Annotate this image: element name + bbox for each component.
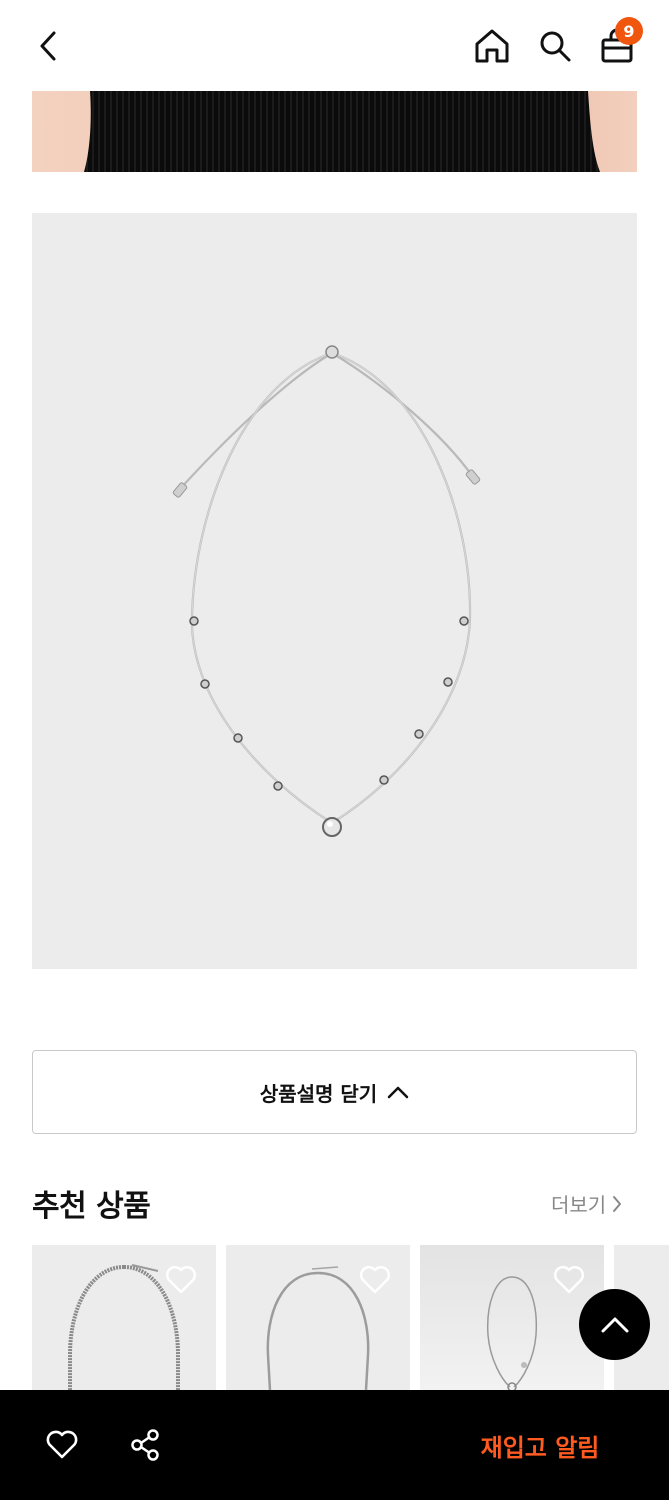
scroll-to-top-button[interactable]: [579, 1289, 650, 1360]
back-button[interactable]: [28, 24, 68, 68]
wish-button[interactable]: [358, 1263, 392, 1297]
heart-outline-icon: [553, 1265, 585, 1294]
chevron-left-icon: [40, 31, 56, 61]
chevron-right-icon: [613, 1195, 622, 1212]
search-button[interactable]: [533, 24, 577, 68]
necklace-image: [172, 345, 481, 837]
wishlist-button[interactable]: [40, 1423, 84, 1467]
share-icon: [131, 1429, 159, 1461]
home-button[interactable]: [470, 24, 514, 68]
more-link[interactable]: 더보기: [551, 1189, 622, 1218]
home-icon: [475, 29, 509, 63]
search-icon: [540, 31, 571, 62]
share-button[interactable]: [124, 1423, 168, 1467]
wish-button[interactable]: [164, 1263, 198, 1297]
recommended-product-card[interactable]: [226, 1245, 410, 1390]
close-description-label: 상품설명 닫기: [259, 1081, 378, 1106]
more-label: 더보기: [551, 1193, 607, 1217]
chevron-up-icon: [601, 1317, 628, 1332]
heart-outline-icon: [359, 1265, 391, 1294]
model-photo: [32, 91, 637, 172]
close-description-button[interactable]: 상품설명 닫기: [32, 1050, 637, 1134]
chevron-up-icon: [387, 1086, 409, 1099]
heart-outline-icon: [165, 1265, 197, 1294]
product-photo: [32, 213, 637, 969]
recommended-product-card[interactable]: [420, 1245, 604, 1390]
recommended-product-card[interactable]: [32, 1245, 216, 1390]
wish-button[interactable]: [552, 1263, 586, 1297]
restock-alert-button[interactable]: 재입고 알림: [460, 1420, 620, 1470]
heart-outline-icon: [46, 1430, 78, 1459]
cart-count-badge: 9: [615, 17, 643, 45]
recommended-title: 추천 상품: [32, 1189, 151, 1224]
